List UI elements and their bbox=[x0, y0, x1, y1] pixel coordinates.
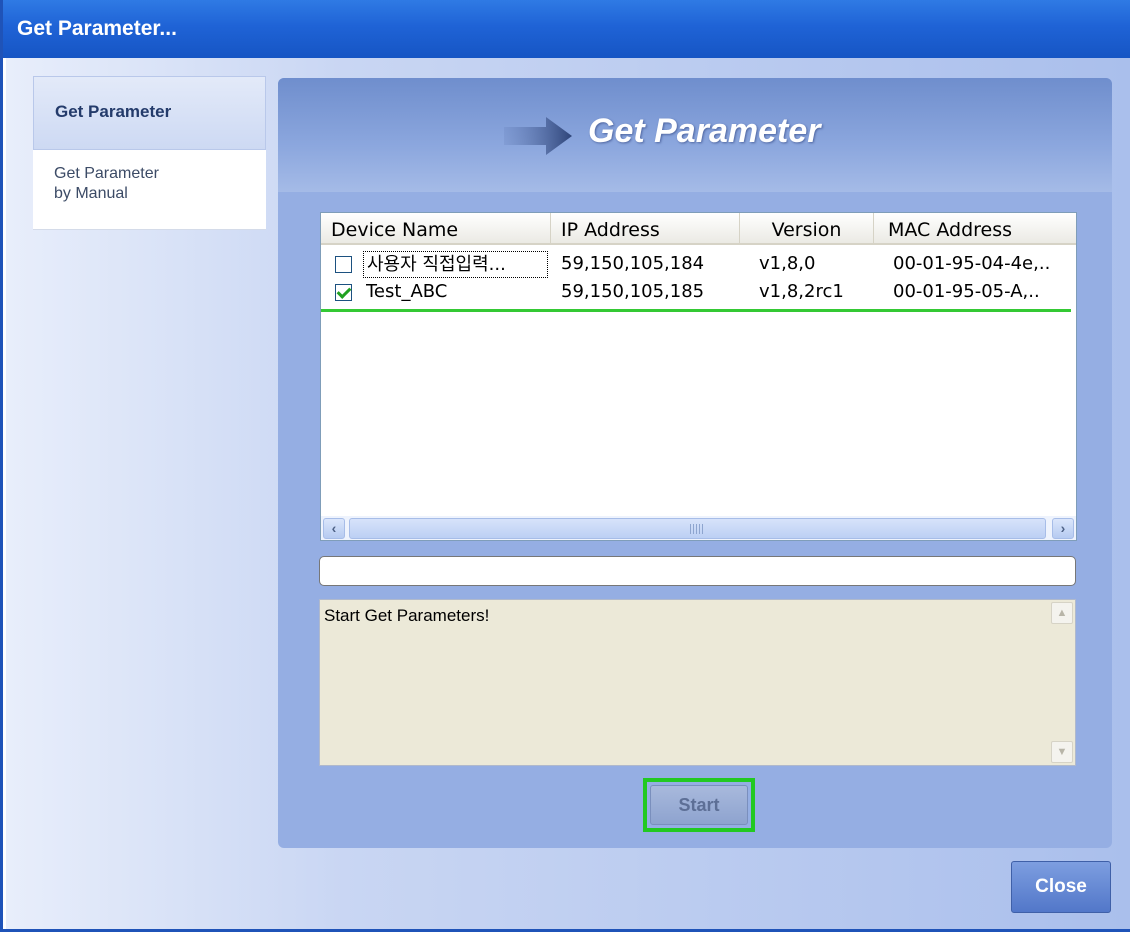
sidebar: Get Parameter Get Parameter by Manual bbox=[33, 76, 266, 230]
mac-address-cell: 00-01-95-05-A,.. bbox=[893, 281, 1040, 302]
log-text: Start Get Parameters! bbox=[324, 606, 490, 625]
device-name-cell: 사용자 직접입력... bbox=[363, 251, 548, 278]
log-output[interactable]: Start Get Parameters! ▲ ▼ bbox=[319, 599, 1076, 766]
arrow-right-icon bbox=[504, 117, 572, 155]
sidebar-item-label-line1: Get Parameter bbox=[54, 165, 159, 182]
selection-highlight-line bbox=[321, 309, 1071, 312]
main-panel: Get Parameter Device Name IP Address Ver… bbox=[278, 78, 1112, 848]
list-header: Device Name IP Address Version MAC Addre… bbox=[321, 213, 1076, 245]
grip-icon bbox=[690, 524, 704, 534]
sidebar-item-get-parameter-manual[interactable]: Get Parameter by Manual bbox=[33, 150, 266, 230]
page-title: Get Parameter bbox=[588, 112, 821, 150]
get-parameter-window: Get Parameter... Get Parameter Get Param… bbox=[0, 0, 1130, 932]
scroll-down-icon[interactable]: ▼ bbox=[1051, 741, 1073, 763]
client-area: Get Parameter Get Parameter by Manual Ge… bbox=[6, 58, 1130, 929]
window-title: Get Parameter... bbox=[3, 0, 1130, 58]
scrollbar-thumb[interactable] bbox=[349, 518, 1046, 539]
ip-address-cell: 59,150,105,184 bbox=[561, 253, 705, 274]
column-device-name[interactable]: Device Name bbox=[321, 213, 551, 245]
scroll-up-icon[interactable]: ▲ bbox=[1051, 602, 1073, 624]
table-row[interactable]: 사용자 직접입력... 59,150,105,184 v1,8,0 00-01-… bbox=[321, 251, 1076, 278]
progress-bar bbox=[319, 556, 1076, 586]
sidebar-item-label: Get Parameter bbox=[55, 102, 172, 121]
horizontal-scrollbar[interactable]: ‹ › bbox=[321, 516, 1076, 540]
column-mac-address[interactable]: MAC Address bbox=[874, 213, 1076, 245]
close-button[interactable]: Close bbox=[1011, 861, 1111, 913]
sidebar-item-get-parameter[interactable]: Get Parameter bbox=[33, 76, 266, 150]
device-list[interactable]: Device Name IP Address Version MAC Addre… bbox=[320, 212, 1077, 541]
panel-header: Get Parameter bbox=[278, 78, 1112, 192]
ip-address-cell: 59,150,105,185 bbox=[561, 281, 705, 302]
scroll-left-icon[interactable]: ‹ bbox=[323, 518, 345, 539]
start-button-highlight: Start bbox=[643, 778, 755, 832]
column-version[interactable]: Version bbox=[740, 213, 874, 245]
table-row[interactable]: Test_ABC 59,150,105,185 v1,8,2rc1 00-01-… bbox=[321, 279, 1076, 304]
mac-address-cell: 00-01-95-04-4e,.. bbox=[893, 253, 1051, 274]
row-checkbox[interactable] bbox=[335, 284, 352, 301]
row-checkbox[interactable] bbox=[335, 256, 352, 273]
version-cell: v1,8,2rc1 bbox=[759, 281, 844, 302]
sidebar-item-label-line2: by Manual bbox=[54, 185, 128, 202]
column-ip-address[interactable]: IP Address bbox=[551, 213, 740, 245]
device-name-cell: Test_ABC bbox=[366, 281, 448, 302]
scroll-right-icon[interactable]: › bbox=[1052, 518, 1074, 539]
start-button[interactable]: Start bbox=[650, 785, 748, 825]
version-cell: v1,8,0 bbox=[759, 253, 816, 274]
vertical-scrollbar[interactable]: ▲ ▼ bbox=[1051, 602, 1073, 763]
